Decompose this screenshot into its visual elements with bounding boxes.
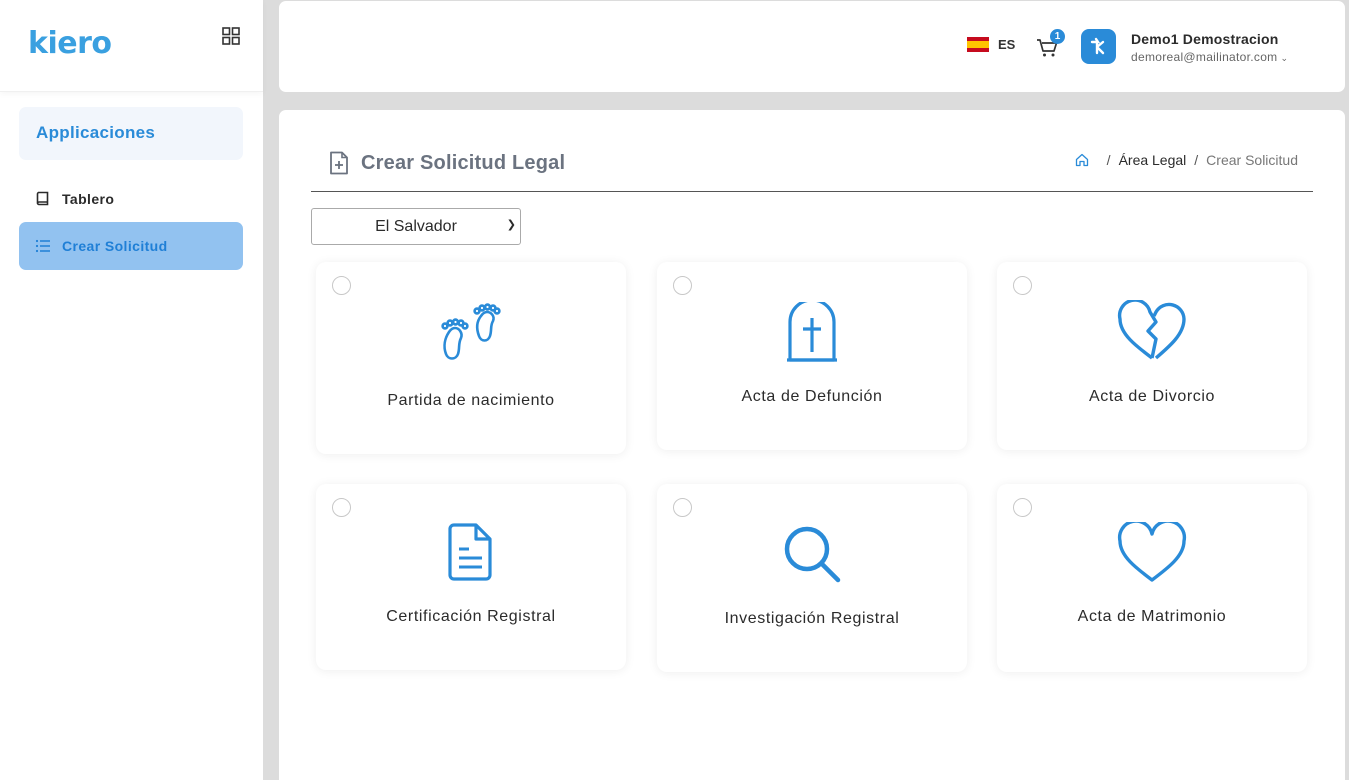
card-acta-defuncion[interactable]: Acta de Defunción xyxy=(657,262,967,450)
card-icon-wrap xyxy=(997,300,1307,362)
card-label: Acta de Divorcio xyxy=(1088,388,1216,405)
card-partida-nacimiento[interactable]: Partida de nacimiento xyxy=(316,262,626,454)
logo-text: kiero xyxy=(28,26,112,61)
chevron-down-icon: ⌄ xyxy=(1280,53,1289,63)
tombstone-icon xyxy=(787,302,837,362)
sidebar-item-label: Crear Solicitud xyxy=(62,238,168,254)
sidebar-header: kiero xyxy=(0,0,263,92)
heart-icon xyxy=(1117,522,1187,582)
sidebar-item-label: Tablero xyxy=(62,191,115,207)
language-selector[interactable]: ES xyxy=(967,37,1015,52)
card-investigacion-registral[interactable]: Investigación Registral xyxy=(657,484,967,672)
card-certificacion-registral[interactable]: Certificación Registral xyxy=(316,484,626,670)
card-label: Partida de nacimiento xyxy=(387,392,555,409)
file-plus-icon xyxy=(330,151,348,175)
card-icon-wrap xyxy=(316,302,626,366)
card-radio[interactable] xyxy=(332,498,351,517)
logo[interactable]: kiero xyxy=(28,26,112,61)
card-label: Acta de Defunción xyxy=(741,388,883,405)
user-email: demoreal@mailinator.com xyxy=(1131,50,1278,64)
card-icon-wrap xyxy=(657,524,967,584)
user-name: Demo1 Demostracion xyxy=(1131,31,1279,47)
breadcrumb-current: Crear Solicitud xyxy=(1206,152,1298,168)
apps-section-title: Applicaciones xyxy=(19,107,243,160)
spain-flag-icon xyxy=(967,37,989,52)
home-icon[interactable] xyxy=(1075,153,1089,167)
card-icon-wrap xyxy=(316,522,626,582)
main-panel: Crear Solicitud Legal / Área Legal / Cre… xyxy=(279,110,1345,780)
breadcrumb-separator: / xyxy=(1194,152,1199,168)
page-header: Crear Solicitud Legal / Área Legal / Cre… xyxy=(311,150,1313,192)
sidebar: kiero Applicaciones Tablero Crear Solici… xyxy=(0,0,263,780)
cart-count-badge: 1 xyxy=(1050,29,1065,44)
magnifier-icon xyxy=(784,526,841,583)
card-acta-divorcio[interactable]: Acta de Divorcio xyxy=(997,262,1307,450)
card-label: Certificación Registral xyxy=(386,608,556,625)
user-menu-toggle[interactable]: demoreal@mailinator.com ⌄ xyxy=(1131,50,1288,64)
breadcrumb: / Área Legal / Crear Solicitud xyxy=(1075,152,1298,168)
card-icon-wrap xyxy=(997,522,1307,584)
language-code: ES xyxy=(998,37,1016,52)
card-radio[interactable] xyxy=(1013,276,1032,295)
apps-title-label: Applicaciones xyxy=(36,123,156,142)
card-radio[interactable] xyxy=(332,276,351,295)
book-icon xyxy=(36,191,49,206)
breadcrumb-separator: / xyxy=(1106,152,1111,168)
breadcrumb-area-legal[interactable]: Área Legal xyxy=(1119,152,1187,168)
grid-menu-icon[interactable] xyxy=(222,27,240,45)
country-select-value: El Salvador xyxy=(375,217,457,235)
sidebar-item-crear-solicitud[interactable]: Crear Solicitud xyxy=(19,222,243,270)
country-select[interactable]: El Salvador ❯ xyxy=(311,208,521,245)
cart-button[interactable]: 1 xyxy=(1035,29,1065,60)
document-icon xyxy=(448,523,492,581)
card-radio[interactable] xyxy=(673,498,692,517)
kiero-avatar-icon xyxy=(1090,37,1105,55)
card-radio[interactable] xyxy=(673,276,692,295)
card-label: Investigación Registral xyxy=(724,610,900,627)
broken-heart-icon xyxy=(1117,300,1186,360)
page-title: Crear Solicitud Legal xyxy=(361,152,566,174)
card-radio[interactable] xyxy=(1013,498,1032,517)
list-icon xyxy=(35,239,50,253)
sidebar-item-tablero[interactable]: Tablero xyxy=(19,175,243,223)
card-label: Acta de Matrimonio xyxy=(1077,608,1227,625)
card-icon-wrap xyxy=(657,302,967,362)
card-acta-matrimonio[interactable]: Acta de Matrimonio xyxy=(997,484,1307,672)
chevron-down-icon: ❯ xyxy=(506,219,516,231)
avatar[interactable] xyxy=(1081,29,1116,64)
top-header: ES 1 Demo1 Demostracion demoreal@mailina… xyxy=(279,1,1345,92)
footprints-icon xyxy=(441,303,501,360)
